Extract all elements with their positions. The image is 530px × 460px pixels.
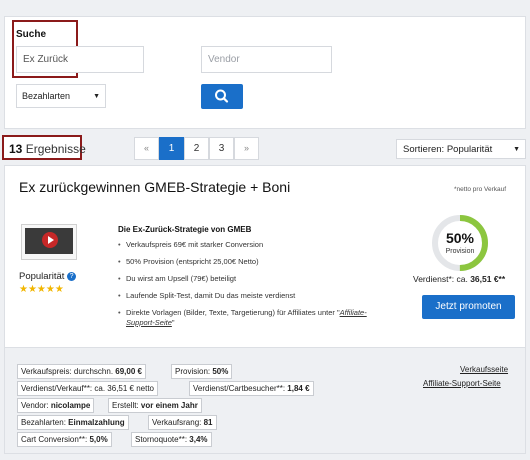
pager-page-2[interactable]: 2 bbox=[184, 137, 209, 160]
netto-note: *netto pro Verkauf bbox=[454, 186, 507, 193]
product-thumbnail[interactable] bbox=[21, 224, 77, 260]
stat-label: Vendor: bbox=[21, 401, 49, 410]
list-item: 50% Provision (entspricht 25,00€ Netto) bbox=[118, 257, 378, 267]
stat-label: Erstellt: bbox=[112, 401, 139, 410]
stat-chip: Verkaufsrang: 81 bbox=[148, 415, 217, 430]
list-item: Du wirst am Upsell (79€) beteiligt bbox=[118, 274, 378, 284]
stat-value: nicolampe bbox=[50, 401, 91, 410]
stat-value: 5,0% bbox=[89, 435, 108, 444]
stats-panel: Verkaufspreis: durchschn. 69,00 € Provis… bbox=[4, 348, 526, 454]
play-icon bbox=[42, 232, 58, 248]
results-count-box: 13 Ergebnisse bbox=[2, 135, 86, 160]
pager-page-1[interactable]: 1 bbox=[159, 137, 184, 160]
stat-chip: Verdienst/Cartbesucher**: 1,84 € bbox=[189, 381, 314, 396]
list-item-text: Direkte Vorlagen (Bilder, Texte, Targeti… bbox=[126, 308, 340, 317]
list-item: Verkaufspreis 69€ mit starker Conversion bbox=[118, 240, 378, 250]
search-button[interactable] bbox=[201, 84, 243, 109]
stat-label: Provision: bbox=[175, 367, 211, 376]
affiliate-support-link[interactable]: Affiliate-Support-Seite bbox=[423, 379, 501, 388]
product-card: Ex zurückgewinnen GMEB-Strategie + Boni … bbox=[4, 165, 526, 348]
stat-value: 3,4% bbox=[189, 435, 208, 444]
search-icon bbox=[215, 89, 229, 103]
stat-value: 36,51 € netto bbox=[107, 384, 155, 393]
stat-chip: Verkaufspreis: durchschn. 69,00 € bbox=[17, 364, 146, 379]
stat-label: Verkaufspreis: durchschn. bbox=[21, 367, 114, 376]
stat-chip: Bezahlarten: Einmalzahlung bbox=[17, 415, 129, 430]
list-item: Laufende Split-Test, damit Du das meiste… bbox=[118, 291, 378, 301]
list-item-suffix: " bbox=[171, 318, 175, 327]
commission-percent: 50% bbox=[445, 230, 475, 246]
results-number: 13 bbox=[9, 142, 23, 156]
caret-down-icon: ▼ bbox=[93, 93, 100, 100]
commission-label: Provision bbox=[445, 248, 475, 255]
popularity-label: Popularität ? bbox=[19, 271, 77, 282]
pager-prev[interactable]: « bbox=[134, 137, 159, 160]
stat-chip: Stornoquote**: 3,4% bbox=[131, 432, 212, 447]
stat-label: Cart Conversion**: bbox=[21, 435, 88, 444]
info-icon[interactable]: ? bbox=[67, 272, 77, 281]
keyword-input[interactable]: Ex Zurück bbox=[16, 46, 144, 73]
stat-chip: Erstellt: vor einem Jahr bbox=[108, 398, 202, 413]
stat-chip: Vendor: nicolampe bbox=[17, 398, 95, 413]
stat-chip: Verdienst/Verkauf**: ca. 36,51 € netto bbox=[17, 381, 159, 396]
description-title: Die Ex-Zurück-Strategie von GMEB bbox=[118, 225, 252, 234]
earnings-label: Verdienst*: ca. bbox=[413, 274, 468, 284]
sort-select-label: Sortieren: Popularität bbox=[403, 144, 493, 155]
stat-chip: Provision: 50% bbox=[171, 364, 233, 379]
caret-down-icon: ▼ bbox=[513, 146, 520, 153]
stat-label: Verdienst/Verkauf**: ca. bbox=[21, 384, 106, 393]
vendor-input[interactable]: Vendor bbox=[201, 46, 332, 73]
popularity-text: Popularität bbox=[19, 271, 65, 282]
payment-method-select-label: Bezahlarten bbox=[22, 91, 71, 101]
promote-button[interactable]: Jetzt promoten bbox=[422, 295, 515, 319]
earnings-value: 36,51 €** bbox=[470, 274, 506, 284]
results-label: Ergebnisse bbox=[25, 142, 86, 156]
stat-value: 1,84 € bbox=[287, 384, 310, 393]
sort-select[interactable]: Sortieren: Popularität ▼ bbox=[396, 139, 526, 159]
payment-method-select[interactable]: Bezahlarten ▼ bbox=[16, 84, 106, 108]
search-panel: Suche Ex Zurück Vendor Bezahlarten ▼ bbox=[4, 16, 526, 129]
stat-chip: Cart Conversion**: 5,0% bbox=[17, 432, 112, 447]
feature-list: Verkaufspreis 69€ mit starker Conversion… bbox=[118, 240, 378, 335]
earnings-text: Verdienst*: ca. 36,51 €** bbox=[413, 274, 505, 284]
stat-value: vor einem Jahr bbox=[140, 401, 198, 410]
product-title[interactable]: Ex zurückgewinnen GMEB-Strategie + Boni bbox=[19, 179, 290, 195]
stat-value: Einmalzahlung bbox=[68, 418, 125, 427]
stat-value: 69,00 € bbox=[115, 367, 142, 376]
stat-label: Bezahlarten: bbox=[21, 418, 66, 427]
list-item: Direkte Vorlagen (Bilder, Texte, Targeti… bbox=[118, 308, 378, 328]
stat-label: Stornoquote**: bbox=[135, 435, 188, 444]
sales-page-link[interactable]: Verkaufsseite bbox=[460, 365, 508, 374]
search-title: Suche bbox=[16, 29, 47, 40]
stat-label: Verdienst/Cartbesucher**: bbox=[193, 384, 286, 393]
stat-label: Verkaufsrang: bbox=[152, 418, 202, 427]
rating-stars: ★★★★★ bbox=[19, 284, 64, 295]
pager-next[interactable]: » bbox=[234, 137, 259, 160]
stat-value: 50% bbox=[212, 367, 229, 376]
results-count: 13 Ergebnisse bbox=[9, 142, 86, 156]
pager-page-3[interactable]: 3 bbox=[209, 137, 234, 160]
stat-value: 81 bbox=[203, 418, 213, 427]
